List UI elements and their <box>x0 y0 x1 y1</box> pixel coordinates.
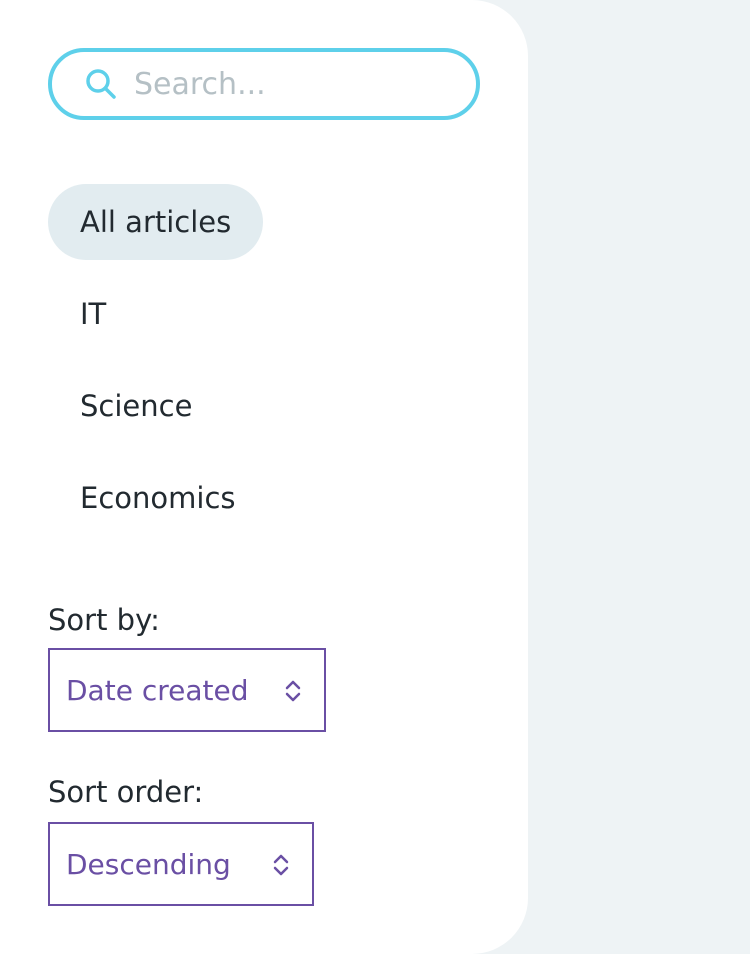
category-list: All articles IT Science Economics <box>48 184 268 552</box>
sort-by-select[interactable]: Date created <box>48 648 326 732</box>
sort-by-label: Sort by: <box>48 603 160 637</box>
sort-by-value: Date created <box>66 673 249 707</box>
chevron-up-down-icon <box>273 854 289 876</box>
search-box[interactable] <box>48 48 480 120</box>
sidebar-panel: All articles IT Science Economics Sort b… <box>0 0 528 954</box>
category-all-articles[interactable]: All articles <box>48 184 264 260</box>
category-science[interactable]: Science <box>48 368 224 444</box>
search-icon <box>86 69 116 99</box>
category-economics[interactable]: Economics <box>48 460 268 536</box>
search-input[interactable] <box>134 66 434 102</box>
sort-order-label: Sort order: <box>48 775 204 809</box>
chevron-up-down-icon <box>285 680 301 702</box>
sort-order-value: Descending <box>66 847 231 881</box>
category-it[interactable]: IT <box>48 276 138 352</box>
sort-order-select[interactable]: Descending <box>48 822 314 906</box>
